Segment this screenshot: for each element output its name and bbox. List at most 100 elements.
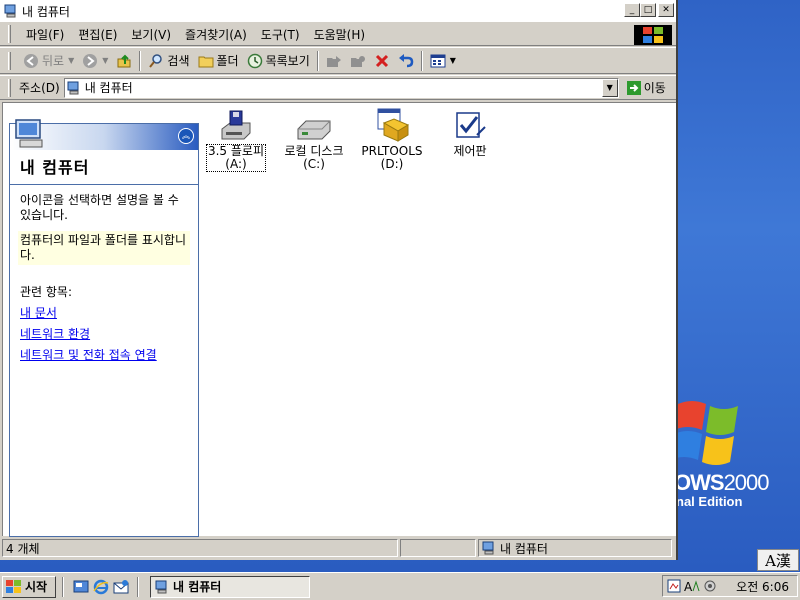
clock[interactable]: 오전 6:06	[736, 578, 789, 595]
go-button[interactable]: 이동	[626, 79, 666, 96]
search-icon	[149, 53, 163, 68]
menu-tools[interactable]: 도구(T)	[254, 26, 307, 43]
copy-to-button[interactable]	[346, 50, 370, 72]
taskbar-separator	[137, 576, 139, 597]
maximize-button[interactable]: □	[640, 3, 656, 17]
taskbar-button-my-computer[interactable]: 내 컴퓨터	[150, 575, 310, 598]
control-panel-item[interactable]: 제어판	[431, 107, 509, 158]
status-empty-panel	[400, 539, 476, 557]
address-input[interactable]: 내 컴퓨터 ▼	[63, 77, 619, 98]
up-folder-button[interactable]	[112, 50, 136, 72]
link-network-places[interactable]: 네트워크 환경	[20, 325, 188, 342]
undo-icon	[398, 53, 414, 67]
svg-text:A: A	[684, 580, 693, 593]
address-value: 내 컴퓨터	[84, 81, 133, 95]
forward-dropdown-icon[interactable]: ▼	[102, 56, 108, 65]
back-dropdown-icon[interactable]: ▼	[68, 56, 74, 65]
drive-cd-d[interactable]: PRLTOOLS (D:)	[353, 107, 431, 171]
drive-floppy-label: 3.5 플로피 (A:)	[205, 144, 267, 172]
my-computer-icon	[482, 541, 494, 555]
move-to-button[interactable]	[322, 50, 346, 72]
related-heading: 관련 항목:	[20, 285, 73, 299]
back-arrow-icon	[24, 53, 38, 68]
system-tray: A 오전 6:06	[662, 575, 798, 597]
volume-icon[interactable]	[703, 579, 717, 593]
floppy-drive-icon	[221, 110, 251, 140]
windows-logo-icon	[6, 579, 21, 593]
control-panel-label: 제어판	[453, 144, 487, 158]
toolbar-grip[interactable]	[8, 51, 11, 70]
my-computer-icon	[155, 580, 167, 593]
internet-explorer-icon[interactable]	[93, 579, 109, 595]
views-dropdown-icon[interactable]: ▼	[450, 56, 456, 65]
forward-arrow-icon	[83, 53, 98, 68]
ime-indicator[interactable]: A漢	[757, 549, 799, 571]
taskbar: 시작 내 컴퓨터 A 오전 6:06	[0, 572, 800, 600]
history-icon	[247, 53, 262, 68]
address-bar: 주소(D) 내 컴퓨터 ▼ 이동	[0, 75, 676, 100]
start-button[interactable]: 시작	[2, 575, 56, 598]
address-label: 주소(D)	[19, 81, 60, 95]
menu-file[interactable]: 파일(F)	[19, 26, 71, 43]
drive-floppy-a[interactable]: 3.5 플로피 (A:)	[197, 107, 275, 172]
task-pane-title: 내 컴퓨터	[20, 158, 90, 177]
outlook-express-icon[interactable]	[113, 579, 129, 595]
related-links: 관련 항목: 내 문서 네트워크 환경 네트워크 및 전화 접속 연결	[10, 283, 198, 363]
menubar-grip[interactable]	[8, 25, 11, 43]
close-button[interactable]: ✕	[658, 3, 674, 17]
drive-local-c[interactable]: 로컬 디스크 (C:)	[275, 107, 353, 171]
toolbar-separator	[420, 50, 423, 71]
task-pane-description: 아이콘을 선택하면 설명을 볼 수 있습니다.	[20, 193, 179, 222]
folder-icon	[198, 56, 213, 67]
status-object-count: 4 개체	[2, 539, 398, 557]
menu-view[interactable]: 보기(V)	[124, 26, 178, 43]
cd-drive-icon	[377, 108, 410, 142]
status-bar: 4 개체 내 컴퓨터	[0, 537, 676, 559]
undo-button[interactable]	[394, 50, 418, 72]
standard-toolbar: 뒤로 ▼ ▼ 검색 폴더 목록보기 ▼	[0, 47, 676, 74]
quick-launch	[73, 579, 129, 595]
minimize-button[interactable]: _	[624, 3, 640, 17]
link-my-documents[interactable]: 내 문서	[20, 304, 188, 321]
title-bar[interactable]: 내 컴퓨터 _ □ ✕	[0, 0, 676, 22]
folders-button[interactable]: 폴더	[194, 50, 243, 72]
tray-app-icon[interactable]	[667, 579, 681, 593]
copy-to-icon	[350, 55, 365, 67]
task-pane-tip: 컴퓨터의 파일과 폴더를 표시합니다.	[18, 231, 190, 265]
address-dropdown-button[interactable]: ▼	[601, 78, 618, 97]
link-network-dialup-connections[interactable]: 네트워크 및 전화 접속 연결	[20, 346, 188, 363]
task-pane-divider	[10, 184, 198, 185]
drive-cd-label: PRLTOOLS (D:)	[361, 144, 423, 171]
task-pane-header: ︽	[10, 119, 198, 150]
up-folder-icon	[117, 54, 131, 67]
history-button[interactable]: 목록보기	[243, 50, 314, 72]
go-arrow-icon	[626, 80, 641, 95]
back-button[interactable]: 뒤로 ▼	[19, 50, 78, 72]
views-button[interactable]: ▼	[426, 50, 460, 72]
menu-favorites[interactable]: 즐겨찾기(A)	[178, 26, 254, 43]
collapse-chevron-icon[interactable]: ︽	[178, 128, 194, 144]
menu-edit[interactable]: 편집(E)	[71, 26, 124, 43]
drive-local-label: 로컬 디스크 (C:)	[284, 144, 344, 171]
addressbar-grip[interactable]	[8, 78, 11, 97]
move-to-icon	[326, 55, 341, 67]
hard-disk-icon	[297, 120, 331, 140]
ime-language-icon[interactable]: A	[684, 579, 700, 593]
views-grid-icon	[430, 54, 446, 67]
show-desktop-icon[interactable]	[73, 579, 89, 595]
control-panel-icon	[456, 112, 486, 138]
search-button[interactable]: 검색	[144, 50, 193, 72]
menu-help[interactable]: 도움말(H)	[307, 26, 373, 43]
forward-button[interactable]: ▼	[78, 50, 112, 72]
delete-x-icon	[375, 54, 388, 67]
toolbar-separator	[316, 50, 319, 71]
status-location: 내 컴퓨터	[478, 539, 672, 557]
my-computer-large-icon	[15, 119, 43, 148]
toolbar-separator	[139, 50, 142, 71]
desktop-brand-text: OWS2000 nal Edition	[676, 470, 770, 509]
content-area: ︽ 내 컴퓨터 아이콘을 선택하면 설명을 볼 수 있습니다. 컴퓨터의 파일과…	[2, 102, 676, 537]
delete-button[interactable]	[370, 50, 394, 72]
my-computer-icon	[67, 81, 79, 94]
task-pane: ︽ 내 컴퓨터 아이콘을 선택하면 설명을 볼 수 있습니다. 컴퓨터의 파일과…	[9, 119, 199, 537]
windows-throbber-icon	[634, 25, 672, 45]
